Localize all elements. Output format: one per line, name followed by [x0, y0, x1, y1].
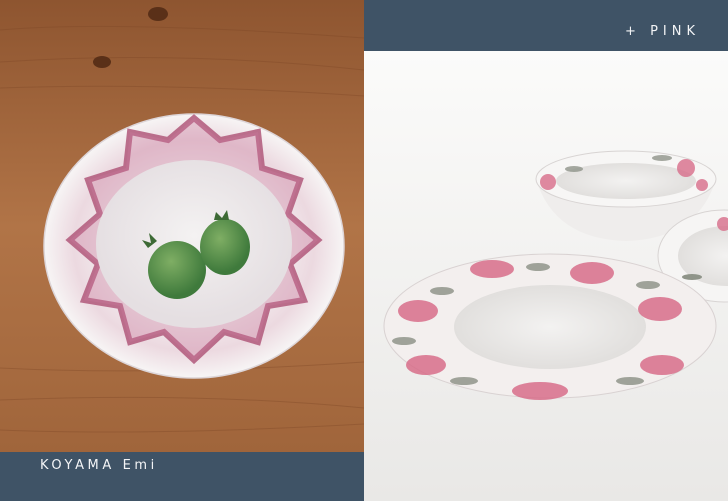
- series-label: + PINK: [625, 24, 700, 39]
- plate-photo: [0, 0, 364, 452]
- right-photo: [364, 51, 728, 501]
- left-photo: [0, 0, 364, 452]
- bowls-photo: [364, 51, 728, 501]
- artist-name: KOYAMA Emi: [40, 458, 158, 473]
